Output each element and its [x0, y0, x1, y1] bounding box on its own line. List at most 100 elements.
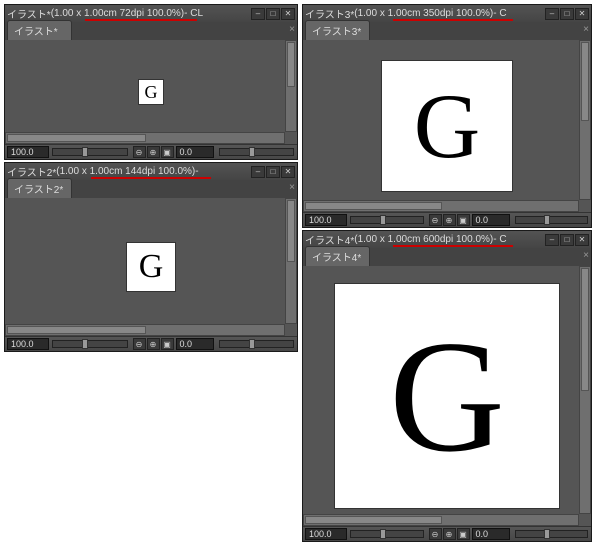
document-tab[interactable]: イラスト*	[7, 20, 72, 40]
window-title: イラスト4*	[305, 232, 354, 247]
tab-close-icon[interactable]: ×	[289, 24, 295, 35]
zoom-in-button[interactable]: ⊕	[443, 528, 456, 540]
rotation-slider[interactable]	[219, 148, 295, 156]
rotation-slider[interactable]	[515, 530, 589, 538]
zoom-value[interactable]: 100.0	[305, 528, 347, 540]
document-tab[interactable]: イラスト2*	[7, 178, 72, 198]
close-button[interactable]: ✕	[281, 8, 295, 20]
rotation-value[interactable]: 0.0	[176, 146, 214, 158]
canvas-area[interactable]: G	[5, 40, 297, 144]
maximize-button[interactable]: □	[560, 8, 574, 20]
tab-close-icon[interactable]: ×	[583, 250, 589, 261]
rotation-slider[interactable]	[515, 216, 589, 224]
slider-knob[interactable]	[380, 215, 386, 225]
slider-knob[interactable]	[82, 147, 88, 157]
canvas-area[interactable]: G	[303, 266, 591, 526]
scrollbar-thumb[interactable]	[287, 42, 295, 87]
scrollbar-thumb[interactable]	[581, 42, 589, 121]
maximize-button[interactable]: □	[266, 166, 280, 178]
window-title: イラスト2*	[7, 164, 56, 179]
scrollbar-thumb[interactable]	[7, 134, 146, 142]
window-controls: –□✕	[251, 8, 295, 20]
document-window: イラスト4* (1.00 x 1.00cm 600dpi 100.0%) - C…	[302, 230, 592, 542]
canvas-paper[interactable]: G	[139, 80, 163, 104]
fit-button[interactable]: ▣	[161, 146, 174, 158]
window-title-suffix: - C	[493, 8, 506, 19]
zoom-slider[interactable]	[350, 530, 424, 538]
zoom-value[interactable]: 100.0	[7, 338, 49, 350]
zoom-in-button[interactable]: ⊕	[147, 338, 160, 350]
document-window: イラスト2* (1.00 x 1.00cm 144dpi 100.0%) -–□…	[4, 162, 298, 352]
scrollbar-thumb[interactable]	[305, 516, 442, 524]
canvas-paper[interactable]: G	[382, 61, 512, 191]
zoom-buttons: ⊖⊕▣	[429, 214, 470, 226]
rotation-value[interactable]: 0.0	[472, 214, 510, 226]
maximize-button[interactable]: □	[266, 8, 280, 20]
horizontal-scrollbar[interactable]	[5, 132, 285, 144]
slider-knob[interactable]	[544, 215, 550, 225]
slider-knob[interactable]	[249, 147, 255, 157]
close-button[interactable]: ✕	[281, 166, 295, 178]
close-button[interactable]: ✕	[575, 234, 589, 246]
slider-knob[interactable]	[82, 339, 88, 349]
scrollbar-thumb[interactable]	[7, 326, 146, 334]
horizontal-scrollbar[interactable]	[303, 514, 579, 526]
document-tab[interactable]: イラスト3*	[305, 20, 370, 40]
maximize-button[interactable]: □	[560, 234, 574, 246]
minimize-button[interactable]: –	[545, 8, 559, 20]
canvas-area[interactable]: G	[5, 198, 297, 336]
window-title-detail: (1.00 x 1.00cm 600dpi 100.0%)	[354, 234, 493, 245]
zoom-value[interactable]: 100.0	[7, 146, 49, 158]
zoom-buttons: ⊖⊕▣	[429, 528, 470, 540]
status-bar: 100.0 ⊖⊕▣0.0	[303, 526, 591, 541]
scrollbar-thumb[interactable]	[581, 268, 589, 391]
canvas-area[interactable]: G	[303, 40, 591, 212]
document-tab[interactable]: イラスト4*	[305, 246, 370, 266]
zoom-in-button[interactable]: ⊕	[443, 214, 456, 226]
rotation-value[interactable]: 0.0	[176, 338, 214, 350]
zoom-out-button[interactable]: ⊖	[429, 528, 442, 540]
minimize-button[interactable]: –	[251, 166, 265, 178]
drawn-glyph: G	[389, 304, 505, 489]
vertical-scrollbar[interactable]	[579, 266, 591, 514]
zoom-in-button[interactable]: ⊕	[147, 146, 160, 158]
tab-close-icon[interactable]: ×	[583, 24, 589, 35]
scrollbar-thumb[interactable]	[287, 200, 295, 262]
window-title-suffix: - CL	[184, 8, 203, 19]
canvas-paper[interactable]: G	[127, 243, 175, 291]
fit-button[interactable]: ▣	[457, 528, 470, 540]
window-controls: –□✕	[545, 8, 589, 20]
highlight-underline	[393, 245, 513, 247]
fit-button[interactable]: ▣	[161, 338, 174, 350]
zoom-out-button[interactable]: ⊖	[133, 146, 146, 158]
close-button[interactable]: ✕	[575, 8, 589, 20]
drawn-glyph: G	[414, 73, 480, 179]
zoom-out-button[interactable]: ⊖	[133, 338, 146, 350]
scrollbar-thumb[interactable]	[305, 202, 442, 210]
horizontal-scrollbar[interactable]	[5, 324, 285, 336]
zoom-value[interactable]: 100.0	[305, 214, 347, 226]
tab-bar: イラスト* ×	[5, 22, 297, 40]
zoom-slider[interactable]	[350, 216, 424, 224]
vertical-scrollbar[interactable]	[285, 40, 297, 132]
zoom-slider[interactable]	[52, 148, 128, 156]
rotation-value[interactable]: 0.0	[472, 528, 510, 540]
zoom-slider[interactable]	[52, 340, 128, 348]
window-title: イラスト*	[7, 6, 51, 21]
vertical-scrollbar[interactable]	[579, 40, 591, 200]
zoom-buttons: ⊖⊕▣	[133, 338, 174, 350]
minimize-button[interactable]: –	[545, 234, 559, 246]
slider-knob[interactable]	[380, 529, 386, 539]
fit-button[interactable]: ▣	[457, 214, 470, 226]
canvas-paper[interactable]: G	[335, 284, 559, 508]
horizontal-scrollbar[interactable]	[303, 200, 579, 212]
zoom-out-button[interactable]: ⊖	[429, 214, 442, 226]
slider-knob[interactable]	[544, 529, 550, 539]
slider-knob[interactable]	[249, 339, 255, 349]
rotation-slider[interactable]	[219, 340, 295, 348]
document-window: イラスト* (1.00 x 1.00cm 72dpi 100.0%) - CL –…	[4, 4, 298, 160]
vertical-scrollbar[interactable]	[285, 198, 297, 324]
minimize-button[interactable]: –	[251, 8, 265, 20]
window-title-detail: (1.00 x 1.00cm 72dpi 100.0%)	[51, 8, 184, 19]
tab-close-icon[interactable]: ×	[289, 182, 295, 193]
